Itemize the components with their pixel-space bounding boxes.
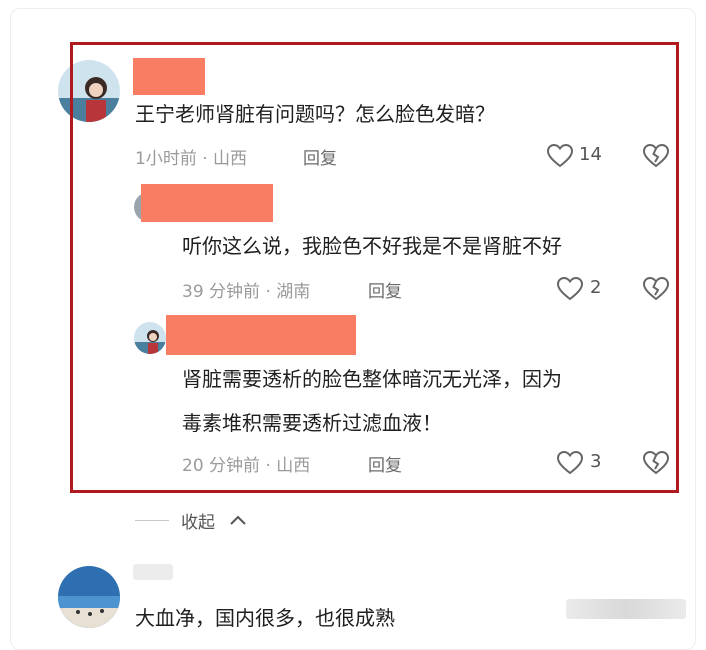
collapse-divider xyxy=(135,520,169,521)
highlight-box xyxy=(70,42,679,493)
blurred-username xyxy=(133,564,173,580)
avatar[interactable] xyxy=(58,566,120,628)
collapse-button[interactable]: 收起 xyxy=(181,508,215,533)
comment-text: 大血净，国内很多，也很成熟 xyxy=(135,606,395,630)
chevron-up-icon[interactable] xyxy=(229,512,247,531)
avatar-image xyxy=(58,566,120,628)
watermark xyxy=(566,599,686,619)
